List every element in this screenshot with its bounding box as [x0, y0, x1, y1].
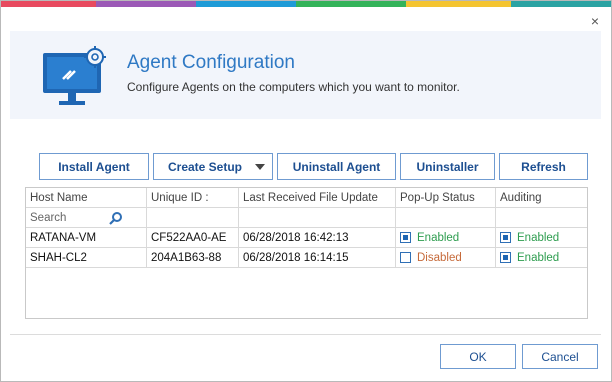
filter-cell-auditing[interactable]	[496, 208, 587, 228]
popup-status-text: Disabled	[417, 252, 462, 264]
agents-grid: Host Name Unique ID : Last Received File…	[25, 187, 588, 319]
cancel-label: Cancel	[541, 349, 579, 364]
stripe-segment	[196, 1, 296, 7]
create-setup-label: Create Setup	[167, 159, 243, 174]
uninstaller-label: Uninstaller	[416, 159, 479, 174]
column-header-unique-id[interactable]: Unique ID :	[147, 188, 239, 208]
install-agent-label: Install Agent	[58, 159, 130, 174]
column-header-last-update[interactable]: Last Received File Update	[239, 188, 396, 208]
footer-divider	[10, 334, 601, 335]
ok-button[interactable]: OK	[440, 344, 516, 369]
stripe-segment	[1, 1, 96, 7]
unique-id-cell: 204A1B63-88	[147, 248, 239, 268]
popup-status-text: Enabled	[417, 232, 460, 244]
last-update-cell: 06/28/2018 16:42:13	[239, 228, 396, 248]
auditing-checkbox[interactable]	[500, 252, 511, 263]
auditing-checkbox[interactable]	[500, 232, 511, 243]
auditing-cell: Enabled	[496, 228, 587, 248]
column-header-auditing[interactable]: Auditing	[496, 188, 587, 208]
page-subtitle: Configure Agents on the computers which …	[127, 80, 460, 94]
ok-label: OK	[469, 349, 487, 364]
uninstall-agent-button[interactable]: Uninstall Agent	[277, 153, 396, 180]
popup-status-checkbox[interactable]	[400, 232, 411, 243]
filter-cell-unique-id[interactable]	[147, 208, 239, 228]
host-name-cell: SHAH-CL2	[26, 248, 147, 268]
page-title: Agent Configuration	[127, 52, 295, 73]
grid-header-row: Host Name Unique ID : Last Received File…	[26, 188, 587, 208]
refresh-label: Refresh	[521, 159, 566, 174]
popup-status-cell: Enabled	[396, 228, 496, 248]
search-icon[interactable]	[109, 211, 123, 225]
grid-search-row: Search	[26, 208, 587, 228]
auditing-text: Enabled	[517, 232, 560, 244]
cancel-button[interactable]: Cancel	[522, 344, 598, 369]
stripe-segment	[406, 1, 511, 7]
column-header-host-name[interactable]: Host Name	[26, 188, 147, 208]
uninstaller-button[interactable]: Uninstaller	[400, 153, 495, 180]
filter-cell-last-update[interactable]	[239, 208, 396, 228]
stripe-segment	[96, 1, 196, 7]
popup-status-cell: Disabled	[396, 248, 496, 268]
stripe-segment	[511, 1, 611, 7]
search-input[interactable]: Search	[26, 208, 147, 228]
filter-cell-popup-status[interactable]	[396, 208, 496, 228]
refresh-button[interactable]: Refresh	[499, 153, 588, 180]
unique-id-cell: CF522AA0-AE	[147, 228, 239, 248]
last-update-cell: 06/28/2018 16:14:15	[239, 248, 396, 268]
search-placeholder: Search	[30, 212, 67, 224]
color-stripe	[1, 1, 611, 7]
create-setup-button[interactable]: Create Setup	[153, 153, 273, 180]
popup-status-checkbox[interactable]	[400, 252, 411, 263]
stripe-segment	[296, 1, 406, 7]
install-agent-button[interactable]: Install Agent	[39, 153, 149, 180]
auditing-cell: Enabled	[496, 248, 587, 268]
monitor-gear-icon	[43, 46, 106, 105]
agent-configuration-dialog: × Agent Configuration Configure Agents o…	[0, 0, 612, 382]
chevron-down-icon[interactable]	[255, 164, 265, 170]
host-name-cell: RATANA-VM	[26, 228, 147, 248]
column-header-popup-status[interactable]: Pop-Up Status	[396, 188, 496, 208]
table-row[interactable]: RATANA-VM CF522AA0-AE 06/28/2018 16:42:1…	[26, 228, 587, 248]
uninstall-agent-label: Uninstall Agent	[292, 159, 381, 174]
auditing-text: Enabled	[517, 252, 560, 264]
dialog-header: Agent Configuration Configure Agents on …	[10, 31, 601, 119]
close-icon[interactable]: ×	[591, 14, 599, 28]
table-row[interactable]: SHAH-CL2 204A1B63-88 06/28/2018 16:14:15…	[26, 248, 587, 268]
